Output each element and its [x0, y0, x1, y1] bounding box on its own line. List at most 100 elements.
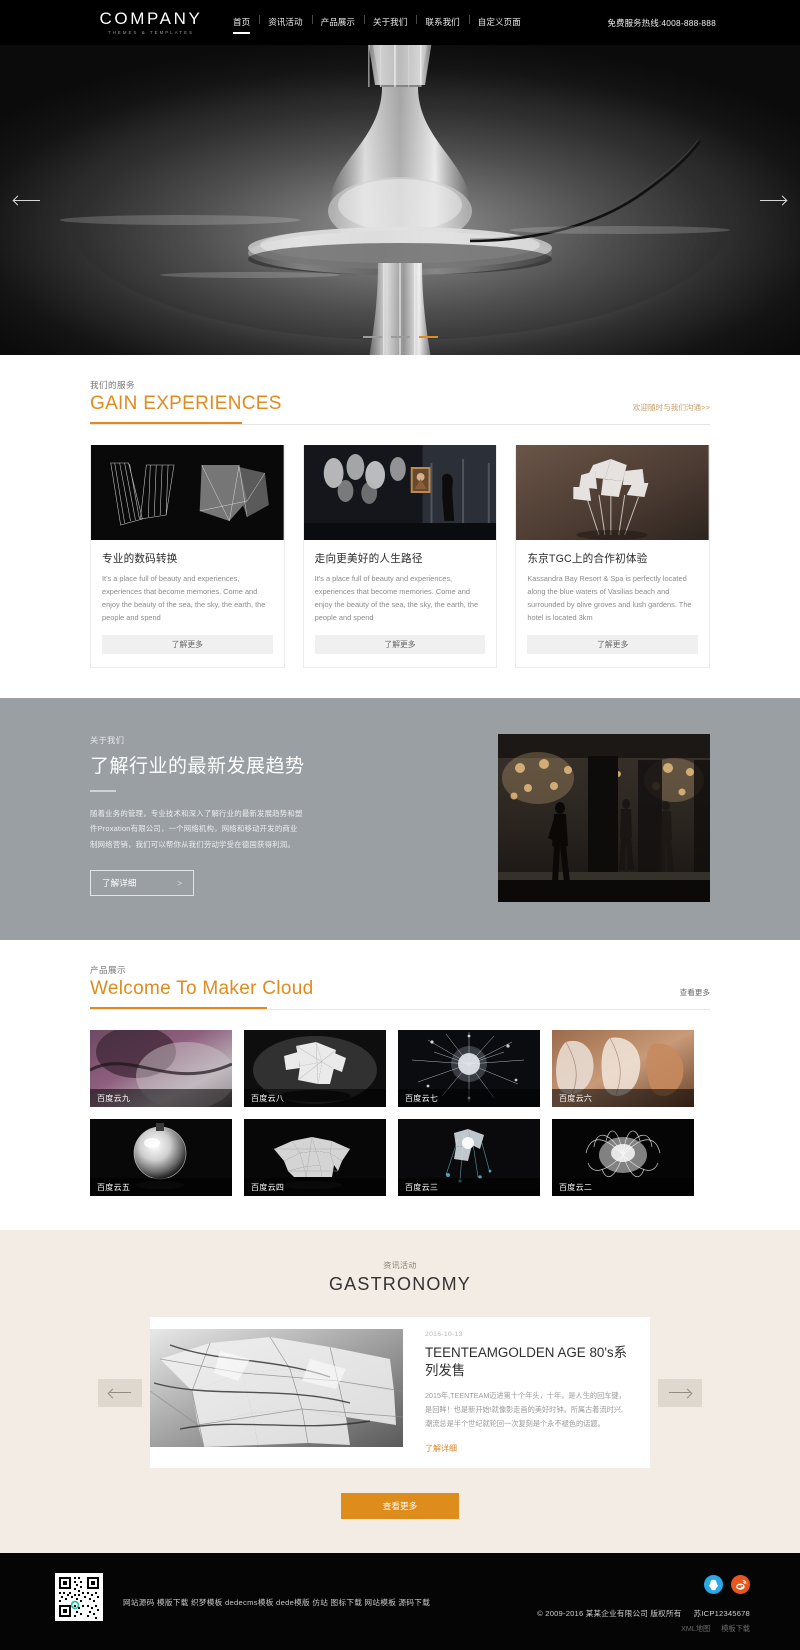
service-card-text: It's a place full of beauty and experien…: [314, 574, 479, 622]
arrow-left-icon: [109, 1392, 131, 1394]
service-card-image: [303, 445, 497, 540]
logo-text: COMPANY: [99, 8, 203, 28]
services-underline: [90, 422, 242, 424]
service-card[interactable]: 东京TGC上的合作初体验 Kassandra Bay Resort & Spa …: [515, 445, 711, 668]
product-label: 百度云二: [552, 1178, 694, 1196]
news-title: TEENTEAMGOLDEN AGE 80's系列发售: [425, 1345, 627, 1379]
news-detail-link[interactable]: 了解详细: [425, 1443, 457, 1454]
news-image: [150, 1329, 403, 1447]
nav-item-contact[interactable]: 联系我们: [416, 15, 468, 27]
main-nav: 首页 资讯活动 产品展示 关于我们 联系我们 自定义页面: [224, 0, 530, 45]
hero-pagination: [0, 336, 800, 338]
service-card-text: It's a place full of beauty and experien…: [102, 574, 266, 622]
about-detail-button-label: 了解详细: [102, 878, 137, 889]
about-divider: [90, 790, 116, 792]
news-card[interactable]: 2016-10-13 TEENTEAMGOLDEN AGE 80's系列发售 2…: [150, 1317, 650, 1469]
footer-links[interactable]: 网站源码 模版下载 织梦模板 dedecms模板 dede模版 仿站 图标下载 …: [123, 1597, 430, 1609]
products-more-link[interactable]: 查看更多: [680, 987, 710, 998]
logo[interactable]: COMPANY THEMES & TEMPLATES: [96, 10, 206, 35]
about-image: [498, 734, 710, 902]
news-header: 资讯活动 GASTRONOMY: [0, 1260, 800, 1295]
qr-code: [55, 1573, 103, 1622]
icp-number: 苏ICP12345678: [693, 1609, 750, 1619]
hero-dot-1[interactable]: [362, 336, 382, 338]
product-item[interactable]: 百度云七: [398, 1030, 540, 1107]
xml-sitemap-link[interactable]: XML地图: [681, 1624, 710, 1633]
news-prev-button[interactable]: [98, 1378, 142, 1407]
hero-dot-3[interactable]: [418, 336, 438, 338]
nav-item-news[interactable]: 资讯活动: [259, 15, 311, 27]
products-underline: [90, 1007, 267, 1009]
service-card-button[interactable]: 了解更多: [527, 635, 699, 654]
service-card-image: [91, 445, 284, 540]
services-zh-title: 我们的服务: [90, 380, 135, 390]
product-item[interactable]: 百度云二: [552, 1119, 694, 1196]
hero-dot-2[interactable]: [390, 336, 410, 338]
qq-icon[interactable]: [704, 1575, 723, 1595]
service-card-title: 专业的数码转换: [102, 553, 178, 565]
services-header: 我们的服务 GAIN EXPERIENCES 欢迎随时与我们沟通>>: [90, 379, 710, 424]
product-item[interactable]: 百度云四: [244, 1119, 386, 1196]
product-label: 百度云四: [244, 1178, 386, 1196]
about-zh-label: 关于我们: [90, 736, 125, 745]
service-card[interactable]: 专业的数码转换 It's a place full of beauty and …: [90, 445, 285, 668]
nav-item-products[interactable]: 产品展示: [311, 15, 364, 27]
news-carousel: 2016-10-13 TEENTEAMGOLDEN AGE 80's系列发售 2…: [0, 1317, 800, 1469]
about-section: 关于我们 了解行业的最新发展趋势 随着业务的管理，专业技术和深入了解行业的最新发…: [0, 698, 800, 940]
services-divider: [90, 424, 710, 425]
products-en-title: Welcome To Maker Cloud: [90, 978, 314, 999]
hero-slider: [0, 45, 800, 355]
nav-item-about[interactable]: 关于我们: [363, 15, 416, 27]
logo-subtitle: THEMES & TEMPLATES: [107, 29, 195, 35]
template-download-link[interactable]: 模板下载: [721, 1624, 750, 1633]
page-root: COMPANY THEMES & TEMPLATES 首页 资讯活动 产品展示 …: [0, 0, 800, 1650]
service-card[interactable]: 走向更美好的人生路径 It's a place full of beauty a…: [302, 445, 498, 668]
product-label: 百度云六: [552, 1089, 694, 1107]
service-card-button[interactable]: 了解更多: [102, 635, 273, 654]
products-divider: [90, 1009, 710, 1010]
news-section: 资讯活动 GASTRONOMY 2016-10-13 TEENTEAMGOLDE…: [0, 1230, 800, 1554]
hero-prev-button[interactable]: [10, 191, 44, 209]
about-title: 了解行业的最新发展趋势: [90, 756, 305, 777]
hero-next-button[interactable]: [756, 191, 790, 209]
product-item[interactable]: 百度云五: [90, 1119, 232, 1196]
products-zh-title: 产品展示: [90, 965, 126, 975]
product-label: 百度云五: [90, 1178, 232, 1196]
news-more-button[interactable]: 查看更多: [341, 1493, 459, 1520]
services-more-link[interactable]: 欢迎随时与我们沟通>>: [633, 402, 710, 413]
service-card-button[interactable]: 了解更多: [314, 635, 486, 654]
service-card-title: 东京TGC上的合作初体验: [527, 553, 648, 565]
services-section: 我们的服务 GAIN EXPERIENCES 欢迎随时与我们沟通>> 专业的数码…: [0, 355, 800, 698]
product-item[interactable]: 百度云三: [398, 1119, 540, 1196]
copyright-company: © 2009-2016 某某企业有限公司 版权所有: [537, 1609, 682, 1619]
footer-sub-links: XML地图 模板下载: [537, 1624, 750, 1634]
product-label: 百度云八: [244, 1089, 386, 1107]
weibo-icon[interactable]: [731, 1575, 750, 1595]
product-item[interactable]: 百度云八: [244, 1030, 386, 1107]
copyright-text: © 2009-2016 某某企业有限公司 版权所有 苏ICP12345678: [537, 1608, 750, 1619]
arrow-right-icon: [760, 199, 786, 201]
products-section: 产品展示 Welcome To Maker Cloud 查看更多 百度云九 百度…: [0, 940, 800, 1230]
news-en-title: GASTRONOMY: [328, 1274, 471, 1294]
news-date: 2016-10-13: [425, 1331, 463, 1338]
nav-item-custom-page[interactable]: 自定义页面: [468, 15, 530, 27]
chevron-right-icon: >: [177, 878, 182, 888]
qq-glyph: [709, 1579, 718, 1590]
service-card-list: 专业的数码转换 It's a place full of beauty and …: [90, 445, 711, 668]
hero-image: [0, 45, 800, 355]
products-header: 产品展示 Welcome To Maker Cloud 查看更多: [90, 964, 710, 1009]
arrow-left-icon: [14, 199, 40, 201]
social-links: [537, 1575, 750, 1595]
product-item[interactable]: 百度云六: [552, 1030, 694, 1107]
product-grid: 百度云九 百度云八 百度云七 百度云六 百度云五 百度云四 百度云三 百度云二: [90, 1030, 710, 1196]
about-detail-button[interactable]: 了解详细 >: [90, 870, 194, 897]
hotline-text: 免费服务热线:4008-888-888: [607, 17, 716, 28]
news-zh-title: 资讯活动: [383, 1261, 417, 1270]
news-text: 2015年,TEENTEAM迈进第十个年头，十年，是人生的回车键，是回眸！也是新…: [425, 1391, 626, 1428]
product-item[interactable]: 百度云九: [90, 1030, 232, 1107]
news-next-button[interactable]: [658, 1378, 702, 1407]
product-label: 百度云九: [90, 1089, 232, 1107]
site-footer: 网站源码 模版下载 织梦模板 dedecms模板 dede模版 仿站 图标下载 …: [0, 1553, 800, 1650]
service-card-title: 走向更美好的人生路径: [314, 553, 423, 565]
nav-item-home[interactable]: 首页: [224, 18, 259, 34]
